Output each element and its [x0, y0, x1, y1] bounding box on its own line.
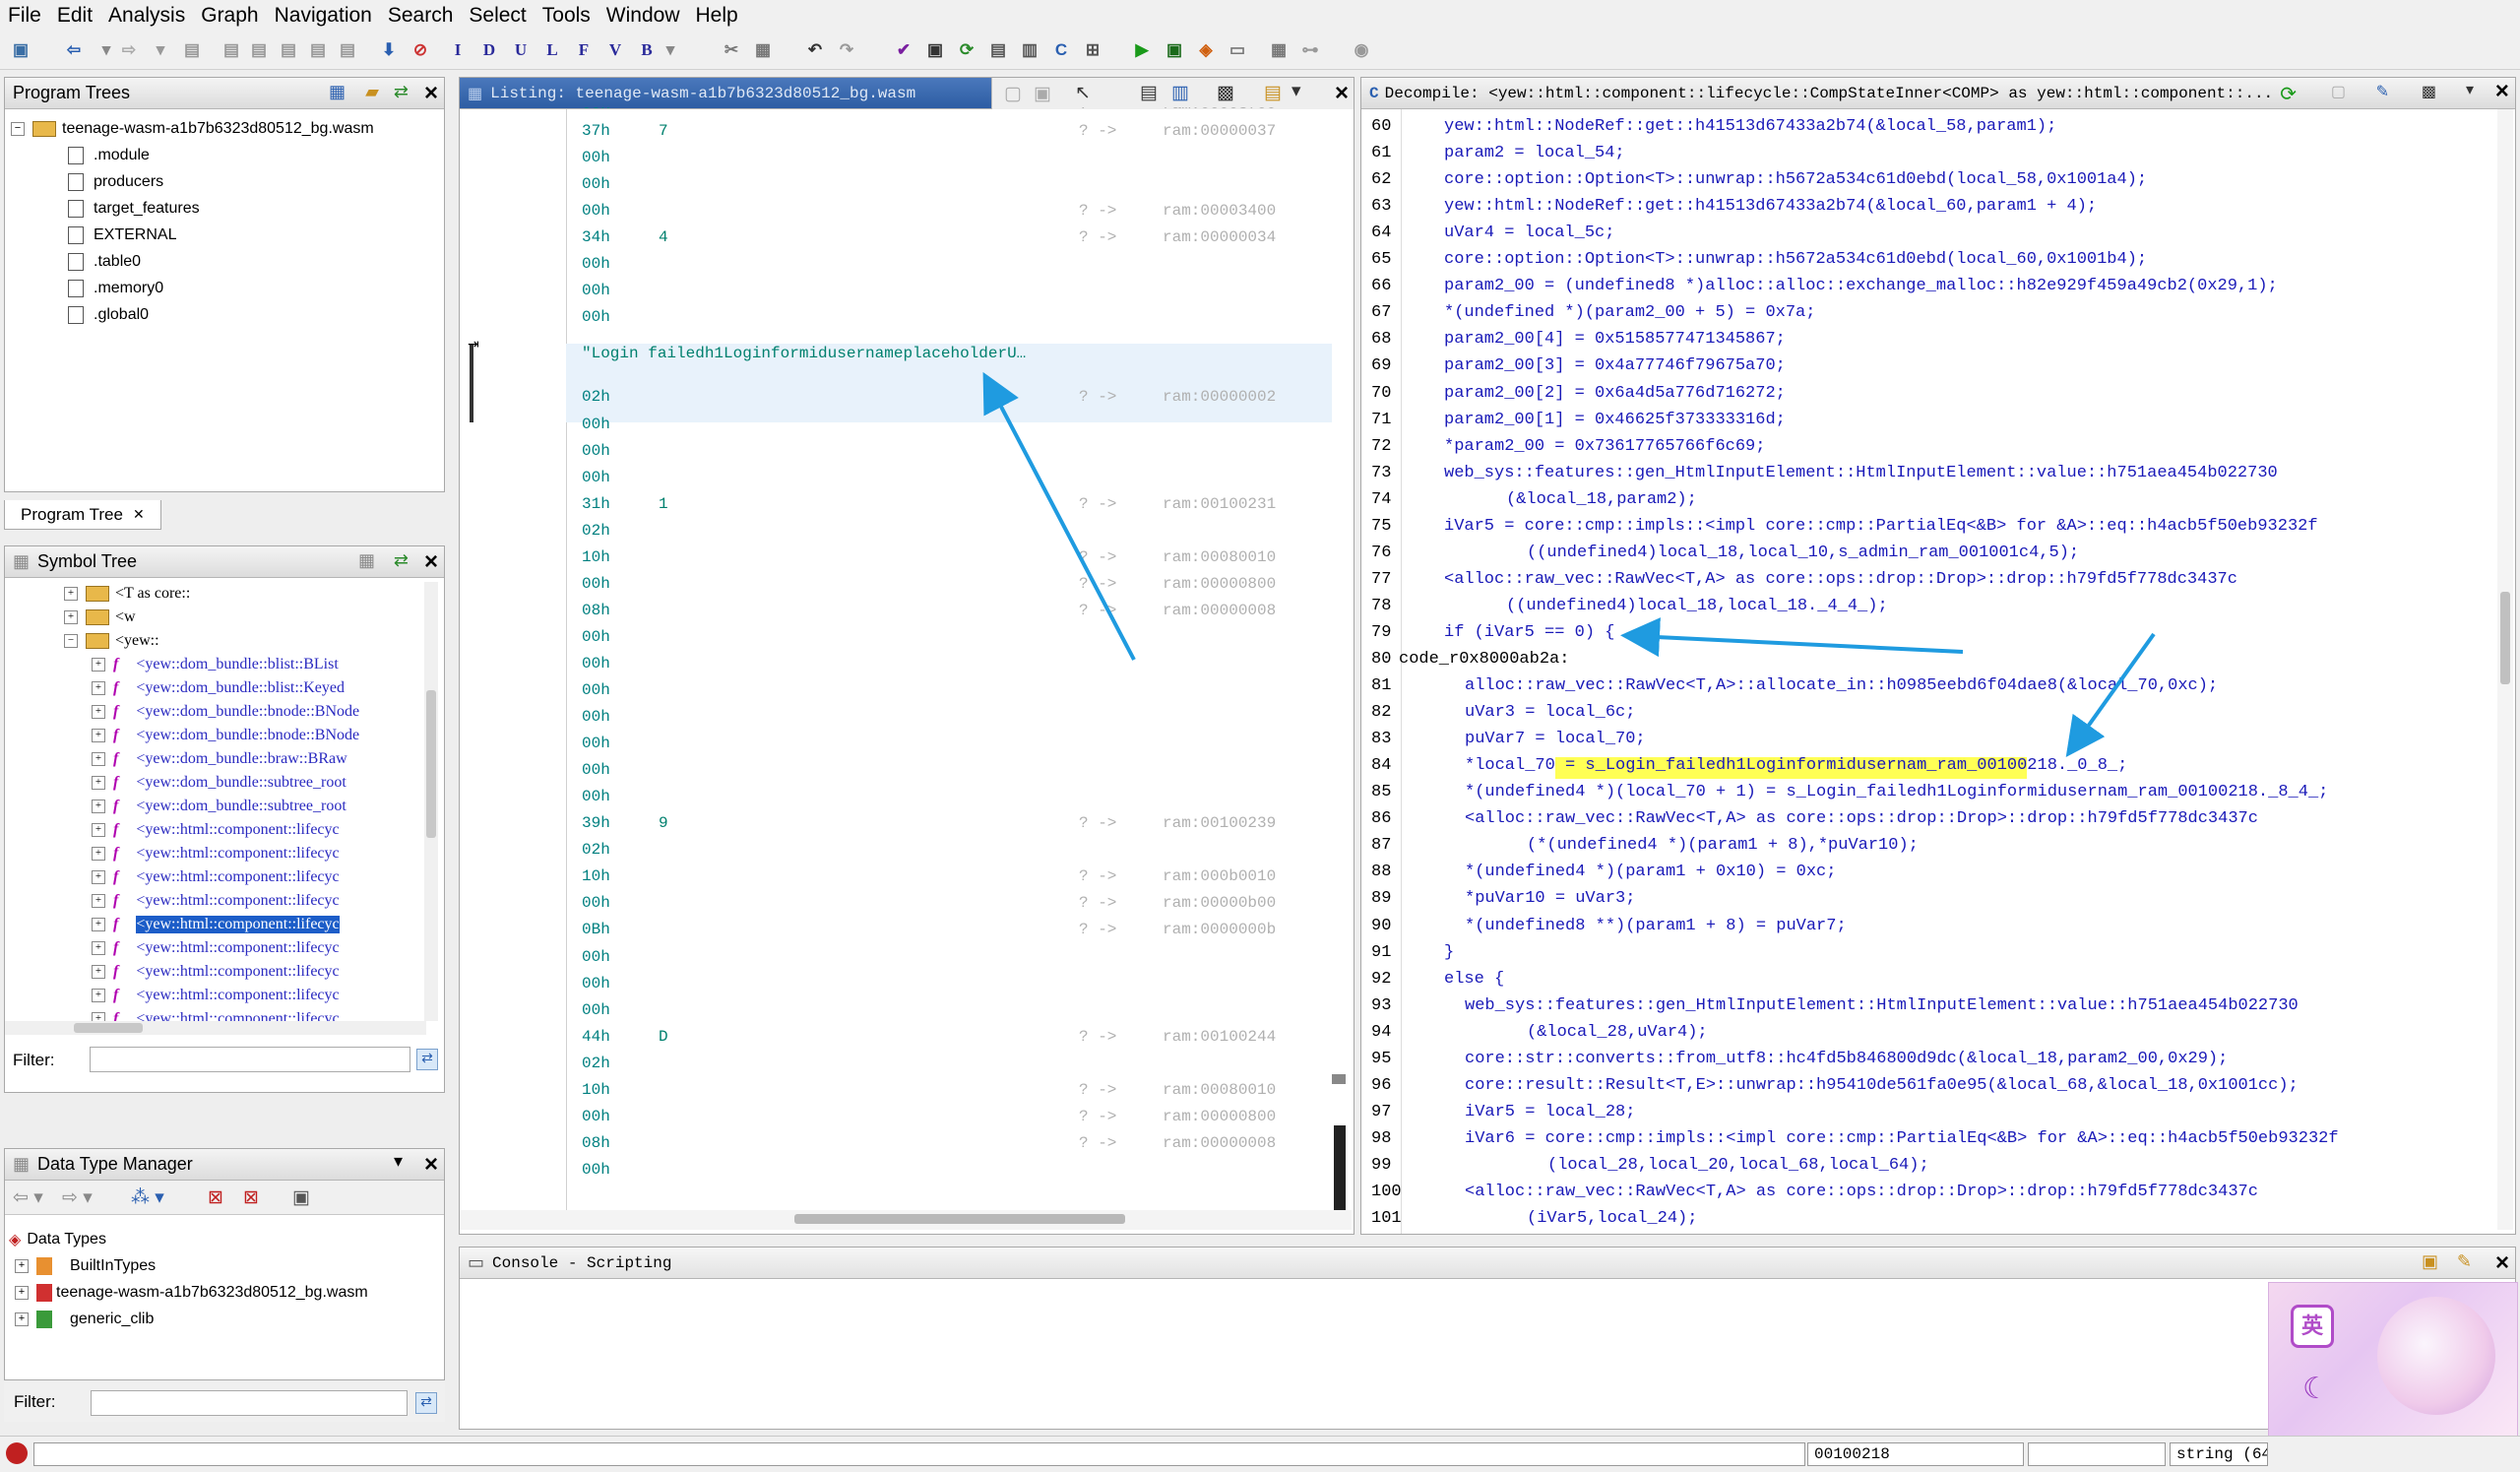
arrow-to-if-condition	[1620, 617, 1964, 658]
arrow-to-login-failed	[2065, 632, 2156, 758]
annotation-arrows	[982, 371, 2156, 758]
arrow-to-listing-string	[982, 371, 1136, 661]
